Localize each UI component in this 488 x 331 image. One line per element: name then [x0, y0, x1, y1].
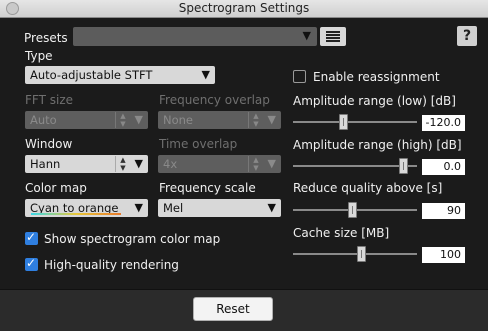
stepper-icon[interactable]: ▲ ▼	[115, 156, 130, 172]
reset-button[interactable]: Reset	[193, 297, 273, 321]
frequency-overlap-dropdown[interactable]: None ▲ ▼ ▼	[158, 111, 281, 129]
chevron-down-icon: ▼	[302, 29, 311, 42]
high-quality-checkbox[interactable]: ✓	[25, 256, 38, 271]
stepper-icon: ▲ ▼	[248, 112, 263, 128]
slider-track	[293, 121, 417, 123]
slider-thumb[interactable]	[348, 202, 357, 218]
reduce-quality-label: Reduce quality above [s]	[293, 181, 443, 195]
presets-menu-button[interactable]	[320, 27, 346, 46]
window-title: Spectrogram Settings	[178, 1, 310, 15]
fft-size-value: Auto	[30, 113, 57, 127]
time-overlap-label: Time overlap	[159, 137, 238, 151]
amp-high-value[interactable]: 0.0	[422, 159, 465, 175]
window-dropdown[interactable]: Hann ▲ ▼ ▼	[25, 155, 148, 173]
slider-thumb[interactable]	[357, 246, 366, 262]
slider-track	[293, 253, 417, 255]
stepper-icon: ▲ ▼	[115, 112, 130, 128]
chevron-down-icon: ▼	[267, 201, 276, 214]
cache-size-value[interactable]: 100	[422, 247, 465, 263]
color-map-gradient	[31, 213, 121, 215]
frequency-scale-value: Mel	[163, 201, 184, 215]
presets-label: Presets	[24, 31, 68, 45]
amp-low-label: Amplitude range (low) [dB]	[293, 94, 456, 108]
type-label: Type	[25, 49, 53, 63]
stepper-icon: ▲ ▼	[248, 156, 263, 172]
chevron-down-icon: ▼	[134, 157, 143, 170]
reduce-quality-value[interactable]: 90	[422, 203, 465, 219]
chevron-down-icon: ▼	[134, 113, 143, 126]
amp-low-label-text: Amplitude range (low)	[293, 94, 427, 108]
color-map-dropdown[interactable]: Cyan to orange ▼	[25, 199, 148, 217]
chevron-down-icon: ▼	[267, 113, 276, 126]
window-value: Hann	[30, 157, 61, 171]
frequency-scale-label: Frequency scale	[159, 181, 256, 195]
chevron-down-icon: ▼	[201, 68, 210, 81]
amp-low-slider[interactable]	[293, 112, 417, 132]
checkmark-icon: ✓	[26, 230, 37, 244]
help-button[interactable]: ?	[457, 26, 477, 46]
type-value: Auto-adjustable STFT	[30, 68, 153, 82]
amp-high-unit: [dB]	[436, 138, 462, 152]
slider-thumb[interactable]	[399, 158, 408, 174]
reduce-quality-slider[interactable]	[293, 200, 417, 220]
show-colormap-checkbox[interactable]: ✓	[25, 230, 38, 245]
color-map-label: Color map	[25, 181, 87, 195]
time-overlap-value: 4x	[163, 157, 178, 171]
type-dropdown[interactable]: Auto-adjustable STFT ▼	[25, 66, 215, 84]
fft-size-label: FFT size	[25, 93, 74, 107]
enable-reassignment-checkbox[interactable]	[293, 70, 306, 83]
amp-low-value[interactable]: -120.0	[422, 115, 465, 131]
amp-high-label-text: Amplitude range (high)	[293, 138, 433, 152]
time-overlap-dropdown[interactable]: 4x ▲ ▼ ▼	[158, 155, 281, 173]
slider-thumb[interactable]	[339, 114, 348, 130]
presets-dropdown[interactable]: ▼	[73, 27, 317, 46]
show-colormap-label: Show spectrogram color map	[44, 232, 221, 246]
chevron-down-icon: ▼	[134, 201, 143, 214]
cache-size-label: Cache size [MB]	[293, 226, 390, 240]
frequency-overlap-label: Frequency overlap	[159, 93, 270, 107]
fft-size-dropdown[interactable]: Auto ▲ ▼ ▼	[25, 111, 148, 129]
checkmark-icon: ✓	[26, 256, 37, 270]
amp-high-slider[interactable]	[293, 156, 417, 176]
amp-high-label: Amplitude range (high) [dB]	[293, 138, 462, 152]
cache-size-slider[interactable]	[293, 244, 417, 264]
frequency-scale-dropdown[interactable]: Mel ▼	[158, 199, 281, 217]
title-bar: Spectrogram Settings	[0, 0, 488, 18]
amp-low-unit: [dB]	[430, 94, 456, 108]
high-quality-label: High-quality rendering	[44, 258, 179, 272]
chevron-down-icon: ▼	[267, 157, 276, 170]
menu-icon	[326, 31, 340, 42]
window-label: Window	[25, 137, 73, 151]
frequency-overlap-value: None	[163, 113, 194, 127]
enable-reassignment-label: Enable reassignment	[313, 70, 440, 84]
